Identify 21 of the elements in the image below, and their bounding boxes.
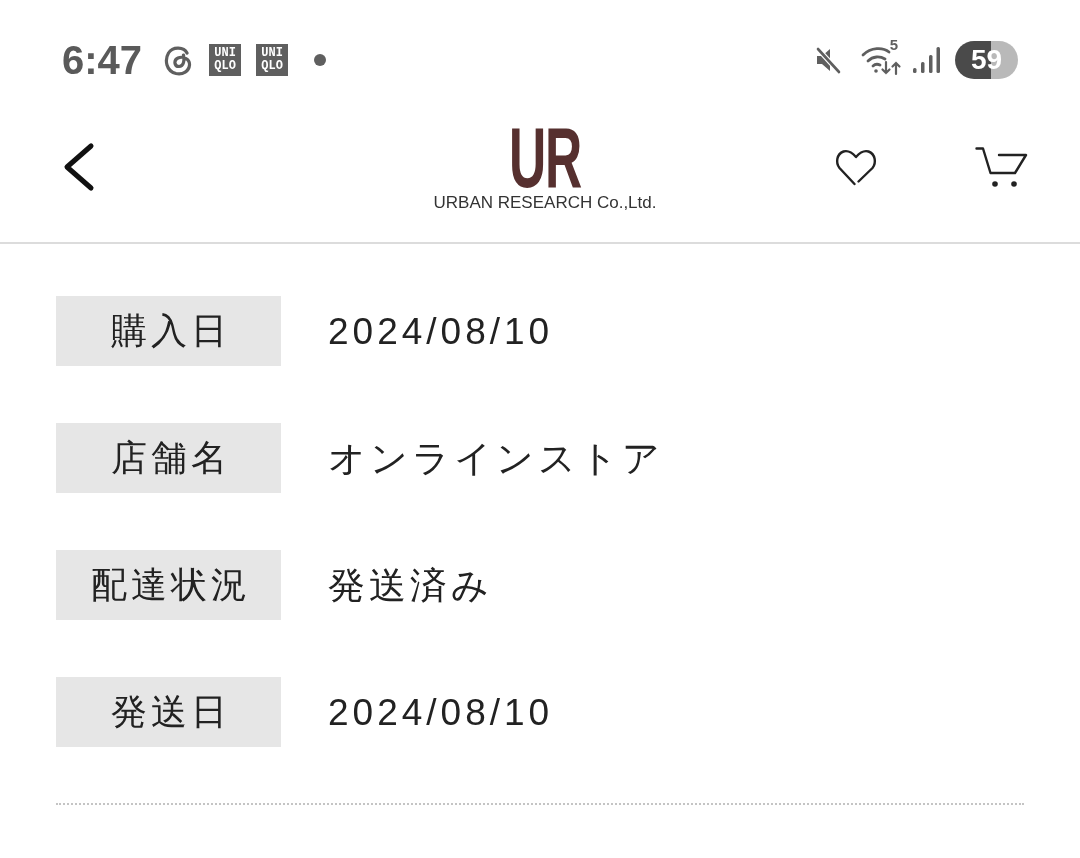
back-button[interactable] bbox=[62, 142, 95, 192]
field-value: 2024/08/10 bbox=[328, 312, 554, 350]
brand-logo-mark: UR bbox=[508, 122, 582, 192]
field-value: 発送済み bbox=[328, 566, 493, 604]
field-value: 2024/08/10 bbox=[328, 693, 554, 731]
field-label: 配達状況 bbox=[56, 550, 281, 620]
field-label: 店舗名 bbox=[56, 423, 281, 493]
signal-icon bbox=[912, 46, 940, 74]
cart-icon bbox=[975, 146, 1028, 188]
status-time: 6:47 bbox=[62, 40, 143, 80]
wifi-standard-label: 5 bbox=[889, 37, 898, 52]
field-label: 購入日 bbox=[56, 296, 281, 366]
brand-logo-text: URBAN RESEARCH Co.,Ltd. bbox=[433, 194, 657, 212]
field-label: 発送日 bbox=[56, 677, 281, 747]
mute-icon bbox=[814, 46, 842, 74]
chevron-left-icon bbox=[62, 142, 95, 192]
app-logo-icon: UNI QLO bbox=[256, 44, 289, 76]
field-value: オンラインストア bbox=[328, 439, 664, 477]
app-logo-icon: UNI QLO bbox=[209, 44, 242, 76]
favorite-button[interactable] bbox=[835, 148, 877, 186]
cart-button[interactable] bbox=[975, 146, 1028, 188]
